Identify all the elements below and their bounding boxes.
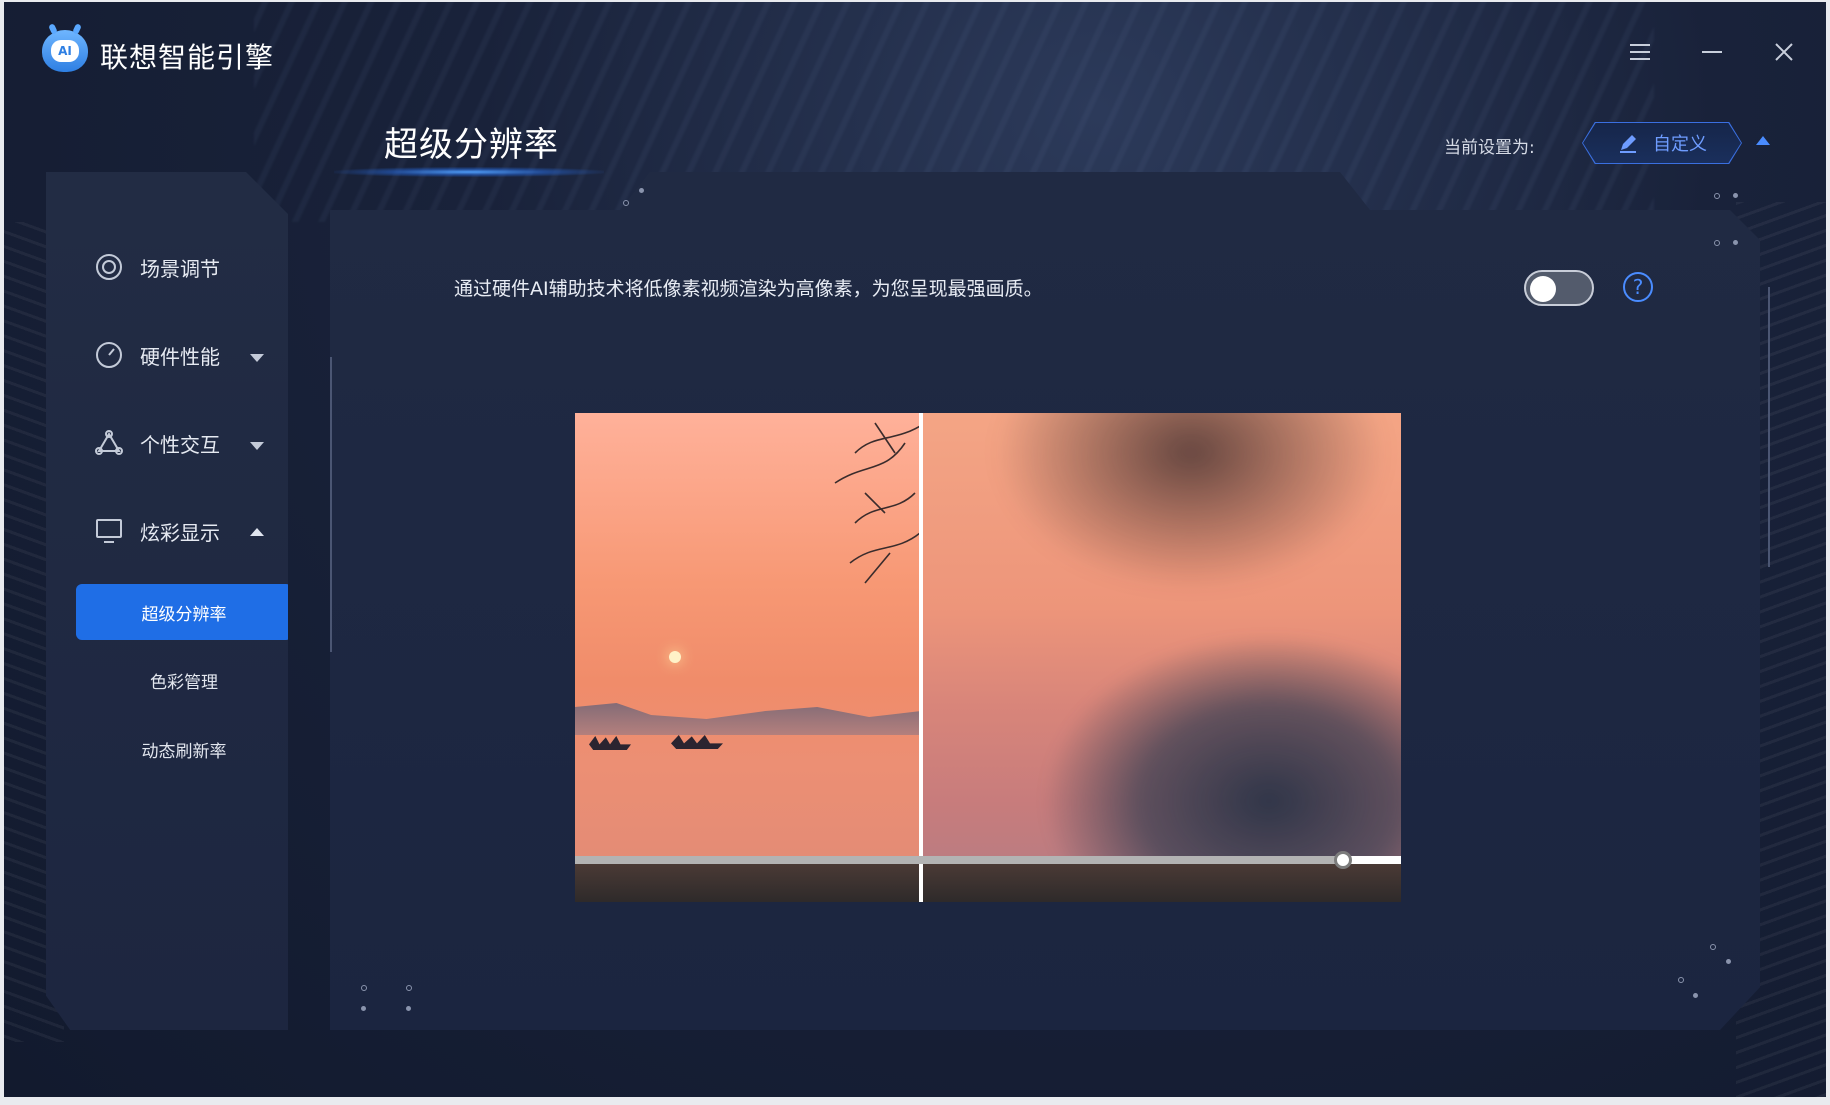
sidebar-item-label: 场景调节 bbox=[140, 256, 220, 281]
decor-dot bbox=[639, 188, 644, 193]
chevron-down-icon[interactable] bbox=[250, 354, 264, 362]
decor-dot bbox=[1693, 993, 1698, 998]
triangle-nodes-icon bbox=[94, 428, 124, 458]
chevron-down-icon[interactable] bbox=[250, 442, 264, 450]
decor-dot bbox=[406, 1006, 411, 1011]
preset-button[interactable]: 自定义 bbox=[1582, 122, 1742, 164]
comparison-slider-knob[interactable] bbox=[1334, 851, 1352, 869]
decor-ring bbox=[623, 200, 629, 206]
comparison-divider-handle[interactable] bbox=[919, 413, 923, 902]
decor-dot bbox=[1733, 240, 1738, 245]
page-title: 超级分辨率 bbox=[384, 125, 559, 165]
hills bbox=[575, 703, 921, 735]
current-setting-label: 当前设置为: bbox=[1444, 138, 1535, 158]
close-button[interactable] bbox=[1764, 32, 1804, 72]
decor-ring bbox=[361, 985, 367, 991]
toggle-knob bbox=[1530, 276, 1556, 302]
feature-description: 通过硬件AI辅助技术将低像素视频渲染为高像素，为您呈现最强画质。 bbox=[454, 278, 1043, 300]
monitor-icon bbox=[94, 516, 124, 546]
edit-icon bbox=[1620, 135, 1636, 153]
comparison-image-left bbox=[575, 413, 925, 902]
sidebar-item-label: 炫彩显示 bbox=[140, 520, 220, 545]
sidebar-subitem-super-resolution[interactable]: 超级分辨率 bbox=[76, 584, 288, 640]
sidebar-item-hardware[interactable]: 硬件性能 bbox=[94, 340, 220, 370]
comparison-image[interactable] bbox=[575, 413, 1401, 902]
sidebar-item-label: 硬件性能 bbox=[140, 344, 220, 369]
app-window: AI 联想智能引擎 超级分辨率 当前设置为: 自定义 场景调节 硬件性能 个性交… bbox=[4, 2, 1826, 1097]
decor-dot bbox=[361, 1006, 366, 1011]
decor-ring bbox=[1714, 193, 1720, 199]
sidebar: 场景调节 硬件性能 个性交互 炫彩显示 超级分辨率 色彩管理 动态刷新率 bbox=[46, 172, 288, 1030]
sun bbox=[669, 651, 681, 663]
decor-ring bbox=[1710, 944, 1716, 950]
app-title: 联想智能引擎 bbox=[100, 41, 275, 74]
decor-dot bbox=[1733, 193, 1738, 198]
tree-branches bbox=[834, 422, 925, 584]
sidebar-item-display[interactable]: 炫彩显示 bbox=[94, 516, 220, 546]
close-icon bbox=[1775, 43, 1793, 61]
logo-text: AI bbox=[51, 40, 79, 62]
scrollbar-right[interactable] bbox=[1768, 287, 1770, 567]
decor-ring bbox=[406, 985, 412, 991]
blurred-branches bbox=[961, 413, 1401, 613]
preset-label: 自定义 bbox=[1653, 134, 1707, 155]
decor-ring bbox=[1714, 240, 1720, 246]
boat bbox=[671, 735, 723, 749]
sidebar-subitem-refresh-rate[interactable]: 动态刷新率 bbox=[76, 721, 288, 777]
chevron-up-icon[interactable] bbox=[250, 528, 264, 536]
menu-button[interactable] bbox=[1620, 32, 1660, 72]
menu-icon bbox=[1630, 44, 1650, 60]
help-icon[interactable]: ? bbox=[1623, 272, 1653, 302]
minimize-button[interactable] bbox=[1692, 32, 1732, 72]
title-bar: AI 联想智能引擎 bbox=[4, 2, 1826, 102]
caret-up-icon[interactable] bbox=[1756, 136, 1770, 145]
sidebar-subitem-color-management[interactable]: 色彩管理 bbox=[76, 652, 288, 708]
page-title-underline bbox=[334, 167, 604, 177]
scrollbar[interactable] bbox=[330, 357, 332, 652]
sidebar-item-scene[interactable]: 场景调节 bbox=[94, 252, 220, 282]
super-resolution-toggle[interactable] bbox=[1524, 270, 1594, 306]
sidebar-item-label: 个性交互 bbox=[140, 432, 220, 457]
decor-ring bbox=[1678, 977, 1684, 983]
ground bbox=[575, 862, 1401, 902]
boat bbox=[589, 736, 631, 750]
comparison-image-right bbox=[921, 413, 1401, 902]
decor-dot bbox=[1726, 959, 1731, 964]
sidebar-item-interaction[interactable]: 个性交互 bbox=[94, 428, 220, 458]
app-logo-icon: AI bbox=[42, 30, 88, 72]
minimize-icon bbox=[1702, 51, 1722, 53]
gauge-icon bbox=[94, 340, 124, 370]
target-icon bbox=[94, 252, 124, 282]
comparison-slider-track[interactable] bbox=[575, 856, 1401, 864]
